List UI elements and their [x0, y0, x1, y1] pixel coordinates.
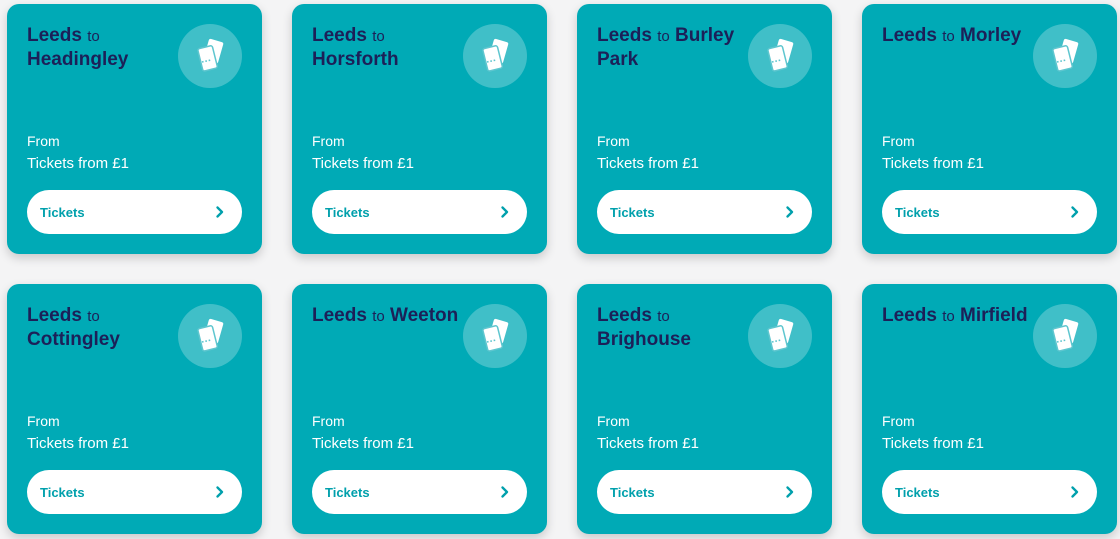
route-title: Leeds to Weeton [312, 304, 462, 328]
tickets-button-label: Tickets [325, 204, 370, 220]
route-destination: Cottingley [27, 329, 120, 350]
route-destination: Horsforth [312, 49, 399, 70]
chevron-right-icon [786, 486, 794, 498]
route-destination: Weeton [390, 305, 459, 326]
ticket-icon [463, 304, 527, 368]
price-text: Tickets from £1 [597, 155, 699, 172]
chevron-right-icon [786, 206, 794, 218]
route-destination: Headingley [27, 49, 129, 70]
route-card: Leeds to Weeton From Tickets from £1 Tic… [292, 284, 547, 534]
from-label: From [312, 133, 345, 149]
route-card: Leeds to Mirfield From Tickets from £1 T… [862, 284, 1117, 534]
ticket-icon [463, 24, 527, 88]
price-text: Tickets from £1 [27, 435, 129, 452]
route-connector: to [372, 308, 385, 325]
price-text: Tickets from £1 [312, 155, 414, 172]
route-connector: to [372, 28, 385, 45]
route-card: Leeds to Morley From Tickets from £1 Tic… [862, 4, 1117, 254]
route-origin: Leeds [27, 25, 82, 46]
price-text: Tickets from £1 [312, 435, 414, 452]
route-connector: to [87, 308, 100, 325]
tickets-button[interactable]: Tickets [312, 470, 527, 514]
from-label: From [27, 133, 60, 149]
ticket-icon [1033, 304, 1097, 368]
from-label: From [882, 133, 915, 149]
ticket-icon [748, 304, 812, 368]
price-text: Tickets from £1 [27, 155, 129, 172]
ticket-icon [1033, 24, 1097, 88]
route-origin: Leeds [882, 305, 937, 326]
route-origin: Leeds [312, 25, 367, 46]
route-connector: to [87, 28, 100, 45]
route-connector: to [942, 28, 955, 45]
route-origin: Leeds [597, 305, 652, 326]
price-text: Tickets from £1 [882, 435, 984, 452]
from-label: From [597, 133, 630, 149]
route-title: Leeds to Morley [882, 24, 1032, 48]
route-title: Leeds to Cottingley [27, 304, 177, 351]
tickets-button[interactable]: Tickets [882, 190, 1097, 234]
tickets-button[interactable]: Tickets [27, 470, 242, 514]
route-title: Leeds to Horsforth [312, 24, 462, 71]
route-origin: Leeds [27, 305, 82, 326]
route-card: Leeds to Horsforth From Tickets from £1 … [292, 4, 547, 254]
route-title: Leeds to Mirfield [882, 304, 1032, 328]
from-label: From [27, 413, 60, 429]
ticket-icon [178, 304, 242, 368]
ticket-icon [178, 24, 242, 88]
route-connector: to [657, 308, 670, 325]
route-origin: Leeds [882, 25, 937, 46]
tickets-button-label: Tickets [895, 204, 940, 220]
route-destination: Morley [960, 25, 1022, 46]
tickets-button-label: Tickets [895, 484, 940, 500]
tickets-button-label: Tickets [610, 204, 655, 220]
route-card: Leeds to Headingley From Tickets from £1… [7, 4, 262, 254]
chevron-right-icon [501, 486, 509, 498]
tickets-button[interactable]: Tickets [597, 190, 812, 234]
from-label: From [882, 413, 915, 429]
route-card: Leeds to Cottingley From Tickets from £1… [7, 284, 262, 534]
tickets-button[interactable]: Tickets [882, 470, 1097, 514]
chevron-right-icon [216, 206, 224, 218]
route-card: Leeds to Burley Park From Tickets from £… [577, 4, 832, 254]
route-title: Leeds to Brighouse [597, 304, 747, 351]
route-origin: Leeds [597, 25, 652, 46]
tickets-button[interactable]: Tickets [312, 190, 527, 234]
route-destination: Mirfield [960, 305, 1028, 326]
chevron-right-icon [1071, 206, 1079, 218]
tickets-button[interactable]: Tickets [597, 470, 812, 514]
price-text: Tickets from £1 [882, 155, 984, 172]
route-destination: Brighouse [597, 329, 691, 350]
chevron-right-icon [1071, 486, 1079, 498]
route-card-grid: Leeds to Headingley From Tickets from £1… [0, 0, 1120, 539]
from-label: From [312, 413, 345, 429]
chevron-right-icon [501, 206, 509, 218]
ticket-icon [748, 24, 812, 88]
route-card: Leeds to Brighouse From Tickets from £1 … [577, 284, 832, 534]
tickets-button-label: Tickets [40, 204, 85, 220]
route-origin: Leeds [312, 305, 367, 326]
route-title: Leeds to Headingley [27, 24, 177, 71]
route-connector: to [657, 28, 670, 45]
route-title: Leeds to Burley Park [597, 24, 747, 71]
tickets-button-label: Tickets [325, 484, 370, 500]
tickets-button-label: Tickets [40, 484, 85, 500]
tickets-button[interactable]: Tickets [27, 190, 242, 234]
tickets-button-label: Tickets [610, 484, 655, 500]
price-text: Tickets from £1 [597, 435, 699, 452]
route-connector: to [942, 308, 955, 325]
chevron-right-icon [216, 486, 224, 498]
from-label: From [597, 413, 630, 429]
